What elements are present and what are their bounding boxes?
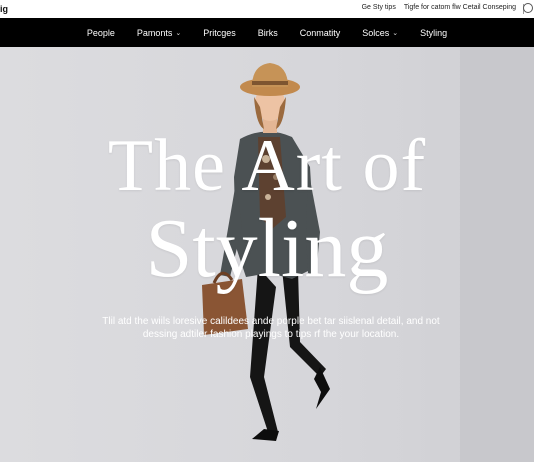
nav-label: People [86,27,115,38]
nav-label: Pamonts [136,27,173,38]
nav-item-solces[interactable]: Solces ⌄ [351,28,409,38]
nav-item-styling[interactable]: Styling [409,28,458,38]
brand-logo[interactable]: ig [0,4,8,14]
top-link-style-tips[interactable]: Ge Sty tips [362,4,396,11]
nav-label: Pritcges [203,27,236,38]
hero-headline-line1: The Art of [107,125,427,207]
nav-label: Styling [420,27,448,38]
chevron-down-icon: ⌄ [392,29,399,37]
hero-section: The Art of Styling Tlil atd the wiils lo… [0,47,534,462]
nav-item-birks[interactable]: Birks [247,28,289,38]
nav-label: Birks [257,27,278,38]
chevron-down-icon: ⌄ [175,29,182,37]
hero-headline-line2: Styling [145,202,389,295]
top-link-consulting[interactable]: Tigfe for catom flw Cetail Conseping [404,4,516,11]
hero-description: Tlil atd the wiils loresive calildees an… [102,316,440,340]
nav-label: Conmatity [299,27,341,38]
globe-icon[interactable] [523,3,533,13]
nav-item-conmatity[interactable]: Conmatity [289,28,352,38]
nav-item-people[interactable]: People [76,28,126,38]
top-links: Ge Sty tips Tigfe for catom flw Cetail C… [362,4,516,11]
top-utility-bar: ig Ge Sty tips Tigfe for catom flw Cetai… [0,0,534,18]
main-nav: People Pamonts ⌄ Pritcges Birks Conmatity… [0,18,534,47]
nav-item-pritcges[interactable]: Pritcges [192,28,247,38]
nav-label: Solces [362,27,390,38]
nav-item-pamonts[interactable]: Pamonts ⌄ [126,28,192,38]
